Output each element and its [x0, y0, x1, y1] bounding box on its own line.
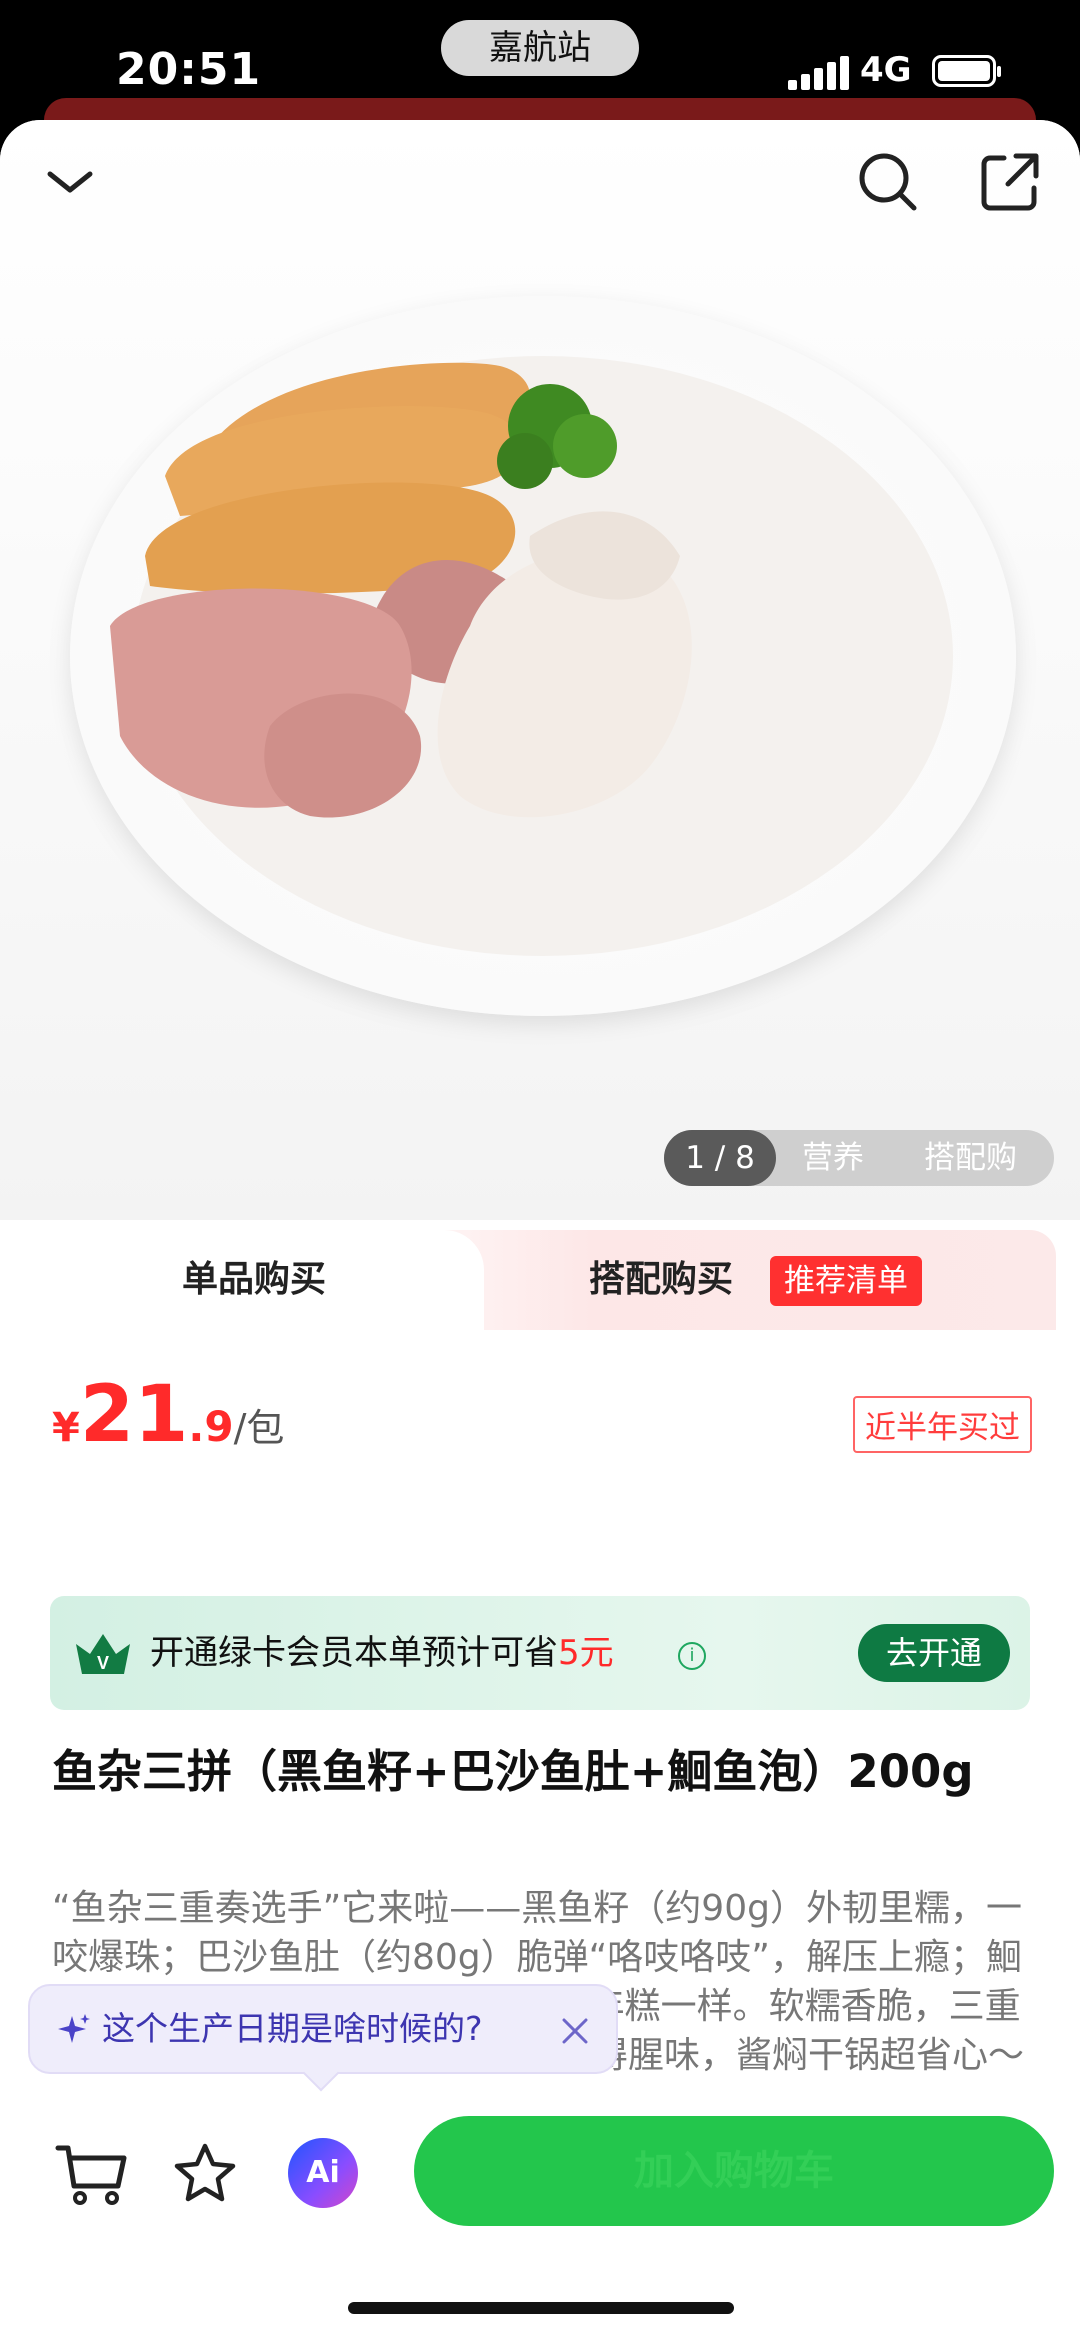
- member-banner[interactable]: V 开通绿卡会员本单预计可省5元 i 去开通: [50, 1596, 1030, 1710]
- favorite-star-icon[interactable]: [172, 2140, 238, 2206]
- gallery-pager: 1 / 8: [664, 1130, 776, 1186]
- member-savings-label: 开通绿卡会员本单预计可省: [150, 1633, 558, 1673]
- gallery-tab-combo[interactable]: 搭配购: [924, 1130, 1017, 1186]
- status-bar: 20:51 嘉航站 4G: [0, 0, 1080, 138]
- price: ¥21.9/包: [52, 1370, 284, 1460]
- member-savings-text: 开通绿卡会员本单预计可省5元: [150, 1596, 614, 1710]
- product-sheet: 1 / 8 营养 搭配购 单品购买 搭配购买 推荐清单 ¥21.9/包 近半年买…: [0, 120, 1080, 2337]
- tab-single-purchase[interactable]: 单品购买: [24, 1230, 484, 1330]
- fish-offal-illustration: [110, 356, 953, 956]
- price-integer: 21: [79, 1370, 189, 1460]
- sparkle-icon: [58, 2014, 90, 2043]
- gallery-indicator: 1 / 8 营养 搭配购: [664, 1130, 1054, 1186]
- purchase-tabs: 单品购买 搭配购买 推荐清单: [24, 1230, 1056, 1330]
- price-currency: ¥: [52, 1405, 80, 1451]
- add-to-cart-button[interactable]: 加入购物车: [414, 2116, 1054, 2226]
- product-image: [70, 296, 1016, 1016]
- gallery-tab-nutrition[interactable]: 营养: [802, 1130, 864, 1186]
- close-icon[interactable]: [560, 2016, 590, 2046]
- info-icon[interactable]: i: [678, 1642, 706, 1670]
- member-savings-amount: 5元: [558, 1633, 614, 1673]
- product-title: 鱼杂三拼（黑鱼籽+巴沙鱼肚+鮰鱼泡）200g: [52, 1745, 974, 1798]
- network-type: 4G: [860, 50, 912, 90]
- ai-suggestion-text[interactable]: 这个生产日期是啥时候的?: [102, 1986, 483, 2072]
- share-icon[interactable]: [970, 142, 1050, 222]
- signal-icon: [788, 56, 849, 90]
- price-decimal: .9: [188, 1402, 234, 1451]
- home-indicator: [348, 2302, 734, 2314]
- bought-recently-badge: 近半年买过: [853, 1396, 1032, 1453]
- product-gallery[interactable]: 1 / 8 营养 搭配购: [0, 120, 1080, 1220]
- ai-assistant-button[interactable]: Ai: [288, 2138, 358, 2208]
- tab-combo-purchase[interactable]: 搭配购买: [589, 1230, 733, 1330]
- ai-suggestion-bubble[interactable]: 这个生产日期是啥时候的?: [28, 1984, 618, 2074]
- cart-icon[interactable]: [54, 2142, 128, 2206]
- open-membership-button[interactable]: 去开通: [858, 1624, 1010, 1682]
- purchase-card: 单品购买 搭配购买 推荐清单 ¥21.9/包 近半年买过 V 开通绿卡会员本单预…: [24, 1230, 1056, 2230]
- recommend-list-tag[interactable]: 推荐清单: [770, 1256, 922, 1306]
- status-time: 20:51: [116, 44, 262, 95]
- search-icon[interactable]: [848, 142, 928, 222]
- svg-text:V: V: [97, 1653, 109, 1673]
- chevron-down-icon[interactable]: [30, 142, 110, 222]
- dynamic-island-station[interactable]: 嘉航站: [441, 20, 639, 76]
- battery-icon: [932, 55, 1001, 87]
- crown-icon: V: [76, 1634, 130, 1674]
- price-unit: /包: [233, 1406, 285, 1450]
